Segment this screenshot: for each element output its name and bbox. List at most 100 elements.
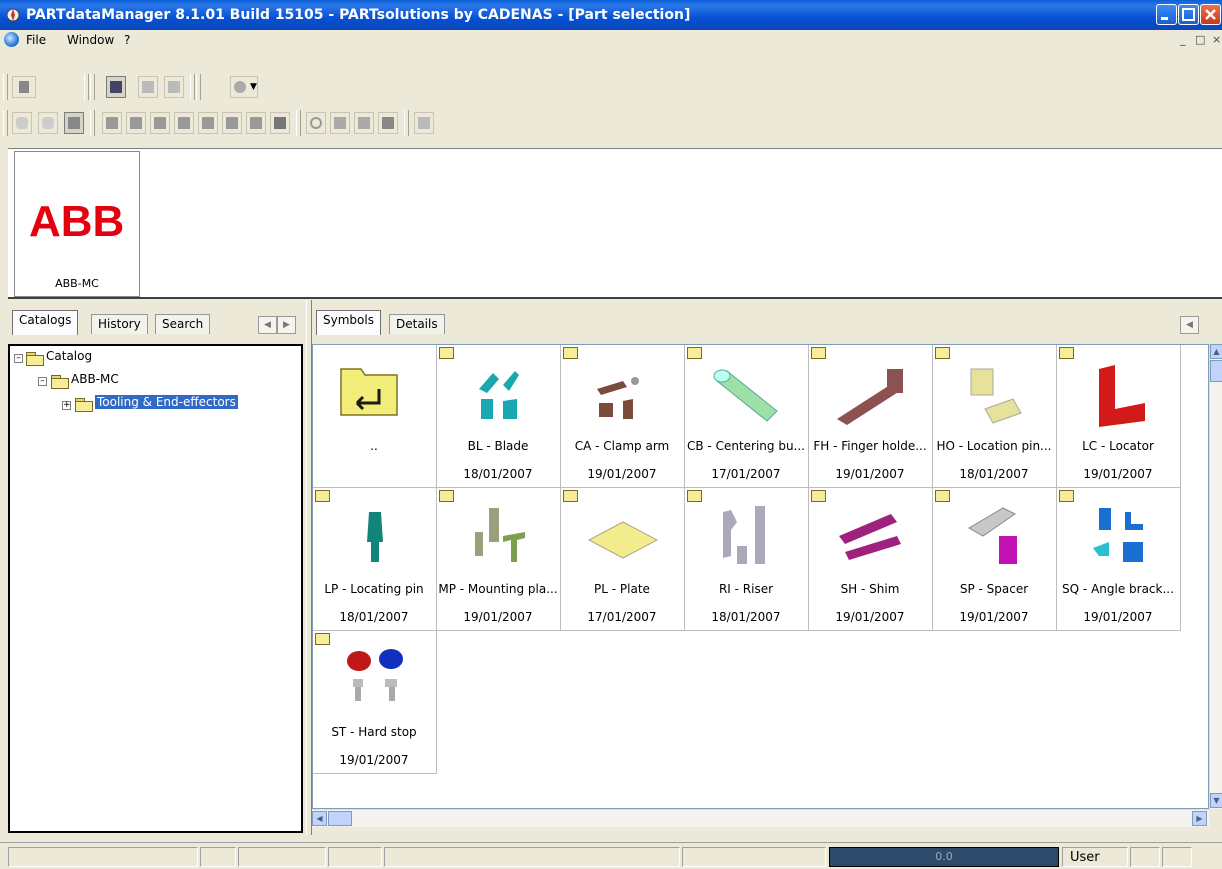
part-item[interactable]: SP - Spacer 19/01/2007 bbox=[933, 488, 1057, 631]
scroll-up-icon[interactable]: ▲ bbox=[1210, 344, 1222, 359]
mdi-restore-icon[interactable]: □ bbox=[1195, 33, 1205, 46]
view-symbols-button[interactable] bbox=[106, 76, 126, 98]
view-shaded-button[interactable] bbox=[270, 112, 290, 134]
view-table-button[interactable] bbox=[138, 76, 158, 98]
scroll-thumb[interactable] bbox=[1210, 360, 1222, 382]
item-name: PL - Plate bbox=[594, 582, 650, 596]
arrow-right-icon[interactable]: ▶ bbox=[277, 316, 296, 334]
item-name: FH - Finger holde... bbox=[813, 439, 927, 453]
view-iso-button[interactable] bbox=[102, 112, 122, 134]
scroll-left-icon[interactable]: ◀ bbox=[312, 811, 327, 826]
menu-help[interactable]: ? bbox=[124, 33, 130, 47]
chevron-down-icon: ▼ bbox=[250, 82, 257, 92]
solid-cube-icon bbox=[274, 117, 286, 129]
stop-button[interactable] bbox=[12, 76, 36, 98]
mdi-minimize-icon[interactable]: _ bbox=[1180, 33, 1186, 46]
minimize-button[interactable] bbox=[1156, 4, 1177, 25]
view-back-button[interactable] bbox=[150, 112, 170, 134]
item-date: 18/01/2007 bbox=[463, 467, 533, 481]
part-item[interactable]: BL - Blade 18/01/2007 bbox=[437, 345, 561, 488]
catalog-bar: ABB ABB-MC bbox=[8, 148, 1222, 299]
mdi-close-icon[interactable]: × bbox=[1212, 33, 1221, 46]
db-button[interactable] bbox=[12, 112, 32, 134]
horizontal-scrollbar[interactable]: ◀ ▶ bbox=[312, 809, 1209, 827]
stop-icon bbox=[19, 81, 29, 93]
item-name: CB - Centering bu... bbox=[687, 439, 805, 453]
collapse-icon[interactable]: – bbox=[14, 354, 23, 363]
tab-catalogs[interactable]: Catalogs bbox=[12, 310, 79, 335]
status-panel bbox=[682, 847, 826, 867]
part-thumbnail bbox=[587, 521, 659, 559]
maximize-button[interactable] bbox=[1178, 4, 1199, 25]
part-item[interactable]: RI - Riser 18/01/2007 bbox=[685, 488, 809, 631]
collapse-icon[interactable]: – bbox=[38, 377, 47, 386]
export-dropdown-button[interactable]: ▼ bbox=[230, 76, 258, 98]
catalog-tile-abb-mc[interactable]: ABB ABB-MC bbox=[14, 151, 140, 297]
tab-details[interactable]: Details bbox=[389, 314, 445, 334]
part-item[interactable]: ST - Hard stop 19/01/2007 bbox=[313, 631, 437, 774]
toolbar-grip[interactable] bbox=[90, 74, 95, 100]
tree-node-catalog[interactable]: Catalog bbox=[46, 349, 92, 363]
toolbar-grip[interactable] bbox=[3, 74, 8, 100]
status-panel bbox=[8, 847, 198, 867]
document-icon[interactable] bbox=[4, 32, 19, 47]
part-thumbnail bbox=[1099, 365, 1145, 427]
cylinder-button[interactable] bbox=[38, 112, 58, 134]
part-item[interactable]: LC - Locator 19/01/2007 bbox=[1057, 345, 1181, 488]
view-left-button[interactable] bbox=[174, 112, 194, 134]
tree-node-tooling[interactable]: Tooling & End-effectors bbox=[95, 395, 238, 409]
part-item[interactable]: LP - Locating pin 18/01/2007 bbox=[313, 488, 437, 631]
tab-scroll-arrows[interactable]: ◀ bbox=[1180, 316, 1218, 334]
arrow-left-icon[interactable]: ◀ bbox=[1180, 316, 1199, 334]
part-item[interactable]: PL - Plate 17/01/2007 bbox=[561, 488, 685, 631]
tab-search[interactable]: Search bbox=[155, 314, 211, 334]
part-item[interactable]: FH - Finger holde... 19/01/2007 bbox=[809, 345, 933, 488]
tab-history[interactable]: History bbox=[91, 314, 148, 334]
part-item[interactable]: HO - Location pin... 18/01/2007 bbox=[933, 345, 1057, 488]
part-item[interactable]: SH - Shim 19/01/2007 bbox=[809, 488, 933, 631]
part-thumbnail bbox=[367, 512, 383, 562]
measure-button[interactable] bbox=[414, 112, 434, 134]
cylinder-icon bbox=[42, 117, 54, 129]
menu-window[interactable]: Window bbox=[67, 33, 114, 47]
catalog-tile-label: ABB-MC bbox=[55, 277, 99, 290]
zoom-fit-button[interactable] bbox=[378, 112, 398, 134]
folder-icon bbox=[687, 490, 702, 502]
arrow-left-icon[interactable]: ◀ bbox=[258, 316, 277, 334]
view-top-button[interactable] bbox=[222, 112, 242, 134]
part-item[interactable]: MP - Mounting pla... 19/01/2007 bbox=[437, 488, 561, 631]
info-button[interactable] bbox=[64, 112, 84, 134]
item-date: 19/01/2007 bbox=[339, 753, 409, 767]
view-right-button[interactable] bbox=[198, 112, 218, 134]
item-name: CA - Clamp arm bbox=[574, 439, 670, 453]
grid-icon bbox=[110, 81, 122, 93]
zoom-window-button[interactable] bbox=[354, 112, 374, 134]
scroll-down-icon[interactable]: ▼ bbox=[1210, 793, 1222, 808]
view-front-button[interactable] bbox=[126, 112, 146, 134]
scroll-thumb[interactable] bbox=[328, 811, 352, 826]
tab-scroll-arrows[interactable]: ◀ ▶ bbox=[258, 316, 296, 334]
parent-folder-item[interactable]: .. bbox=[313, 345, 437, 488]
view-bottom-button[interactable] bbox=[246, 112, 266, 134]
toolbar-grip[interactable] bbox=[196, 74, 201, 100]
tab-symbols[interactable]: Symbols bbox=[316, 310, 381, 335]
part-item[interactable]: SQ - Angle brack... 19/01/2007 bbox=[1057, 488, 1181, 631]
part-item[interactable]: CA - Clamp arm 19/01/2007 bbox=[561, 345, 685, 488]
menu-file[interactable]: File bbox=[26, 33, 46, 47]
zoom-window-icon bbox=[358, 117, 370, 129]
folder-icon bbox=[1059, 347, 1074, 359]
vertical-scrollbar[interactable]: ▲ ▼ bbox=[1209, 344, 1222, 809]
part-thumbnail bbox=[723, 506, 765, 564]
pan-button[interactable] bbox=[330, 112, 350, 134]
tree-node-abb-mc[interactable]: ABB-MC bbox=[71, 372, 119, 386]
close-button[interactable] bbox=[1200, 4, 1221, 25]
part-item[interactable]: CB - Centering bu... 17/01/2007 bbox=[685, 345, 809, 488]
view-2d-button[interactable] bbox=[164, 76, 184, 98]
scroll-right-icon[interactable]: ▶ bbox=[1192, 811, 1207, 826]
toolbar-grip[interactable] bbox=[3, 110, 8, 136]
item-date: 17/01/2007 bbox=[587, 610, 657, 624]
item-name: SQ - Angle brack... bbox=[1062, 582, 1174, 596]
expand-icon[interactable]: + bbox=[62, 401, 71, 410]
rotate-button[interactable] bbox=[306, 112, 326, 134]
item-name: MP - Mounting pla... bbox=[438, 582, 558, 596]
